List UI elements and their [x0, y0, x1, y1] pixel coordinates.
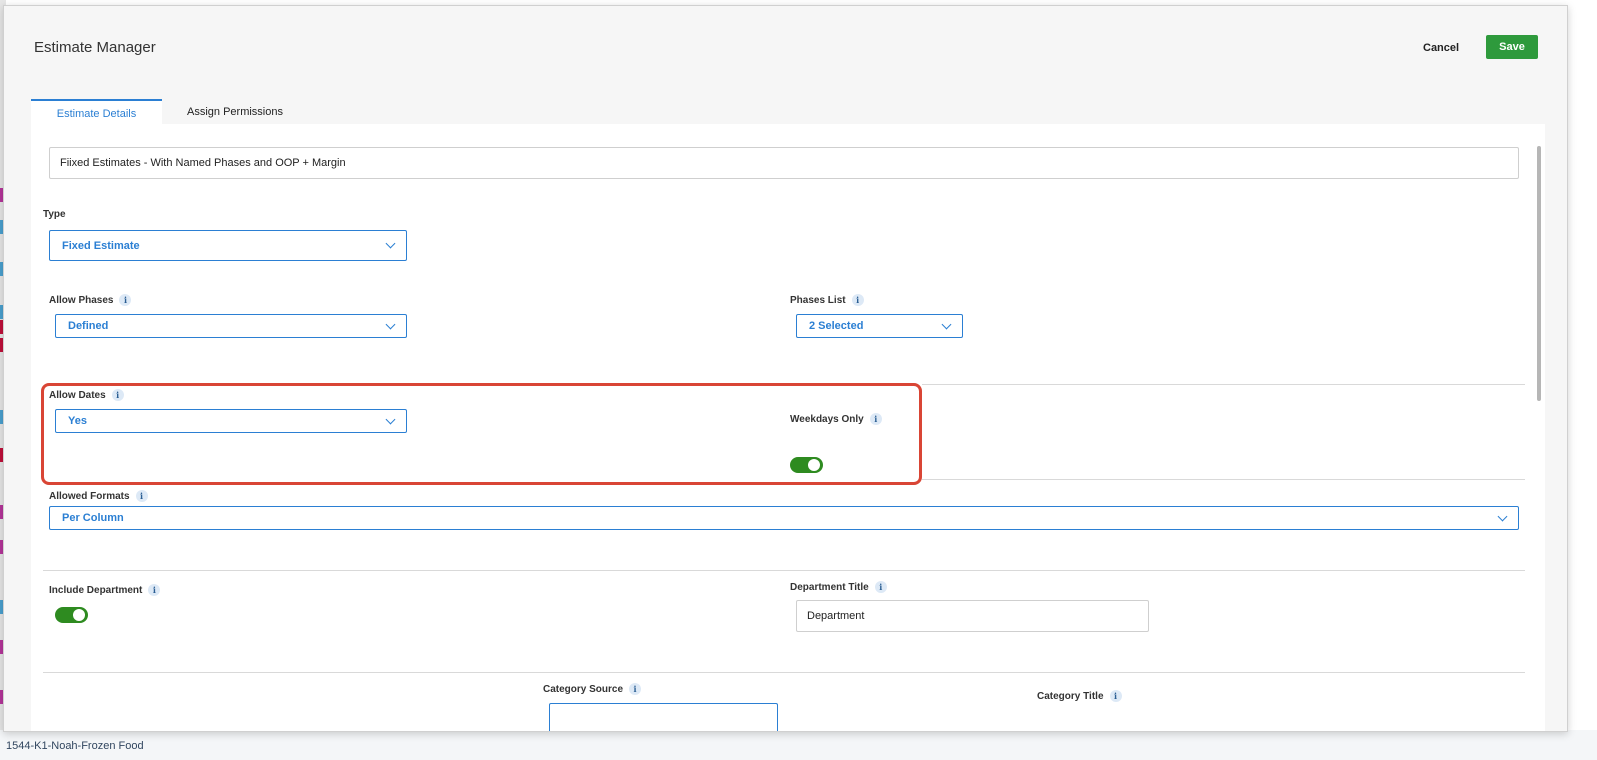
dialog-title: Estimate Manager	[34, 39, 156, 56]
chevron-down-icon	[941, 319, 952, 329]
vertical-scrollbar[interactable]	[1537, 146, 1541, 401]
toggle-knob	[808, 459, 820, 471]
background-row: 1544-K1-Noah-Frozen Food	[6, 740, 144, 752]
category-source-select[interactable]	[549, 703, 778, 731]
department-title-label: Department Title i	[790, 581, 887, 593]
allow-phases-select-value: Defined	[68, 320, 109, 332]
chevron-down-icon	[385, 414, 396, 424]
info-icon[interactable]: i	[1109, 690, 1122, 702]
section-divider	[43, 570, 1525, 571]
background-list: 1544-K1-Noah-Frozen Food	[0, 730, 1597, 760]
info-icon[interactable]: i	[869, 413, 882, 425]
phases-list-label: Phases List i	[790, 294, 864, 306]
allow-dates-label-text: Allow Dates	[49, 389, 106, 401]
phases-list-select-value: 2 Selected	[809, 320, 864, 332]
allow-dates-label: Allow Dates i	[49, 389, 124, 401]
estimate-manager-dialog: Estimate Manager Cancel Save Estimate De…	[3, 5, 1568, 732]
section-divider	[43, 672, 1525, 673]
save-button[interactable]: Save	[1486, 35, 1538, 59]
info-icon[interactable]: i	[119, 294, 132, 306]
allow-phases-label-text: Allow Phases	[49, 294, 114, 306]
type-select-value: Fixed Estimate	[62, 239, 140, 252]
category-title-label-text: Category Title	[1037, 690, 1104, 702]
info-icon[interactable]: i	[629, 683, 642, 695]
phases-list-select[interactable]: 2 Selected	[796, 314, 963, 338]
type-select[interactable]: Fixed Estimate	[49, 230, 407, 261]
info-icon[interactable]: i	[135, 490, 148, 502]
allow-phases-label: Allow Phases i	[49, 294, 132, 306]
weekdays-only-toggle[interactable]	[790, 457, 823, 473]
weekdays-only-label-text: Weekdays Only	[790, 413, 864, 425]
category-source-label: Category Source i	[543, 683, 642, 695]
chevron-down-icon	[385, 319, 396, 329]
include-department-label: Include Department i	[49, 584, 161, 596]
allowed-formats-select[interactable]: Per Column	[49, 506, 1519, 530]
chevron-down-icon	[385, 238, 396, 249]
info-icon[interactable]: i	[851, 294, 864, 306]
category-source-label-text: Category Source	[543, 683, 624, 695]
allowed-formats-label: Allowed Formats i	[49, 490, 148, 502]
tab-assign-permissions[interactable]: Assign Permissions	[174, 99, 296, 126]
highlight-box	[41, 383, 922, 485]
cancel-button[interactable]: Cancel	[1417, 39, 1465, 57]
include-department-toggle[interactable]	[55, 607, 88, 623]
info-icon[interactable]: i	[148, 584, 161, 596]
allow-dates-select[interactable]: Yes	[55, 409, 407, 433]
info-icon[interactable]: i	[874, 581, 887, 593]
chevron-down-icon	[1497, 511, 1508, 521]
department-title-label-text: Department Title	[790, 581, 869, 593]
phases-list-label-text: Phases List	[790, 294, 846, 306]
allowed-formats-select-value: Per Column	[62, 512, 124, 524]
type-label-text: Type	[43, 209, 66, 220]
toggle-knob	[73, 609, 85, 621]
allowed-formats-label-text: Allowed Formats	[49, 490, 130, 502]
allow-dates-select-value: Yes	[68, 415, 87, 427]
type-label: Type	[43, 209, 66, 220]
allow-phases-select[interactable]: Defined	[55, 314, 407, 338]
weekdays-only-label: Weekdays Only i	[790, 413, 882, 425]
department-title-input[interactable]	[796, 600, 1149, 632]
section-divider	[922, 479, 1525, 480]
tab-content-panel: Type Fixed Estimate Allow Phases i Defin…	[31, 124, 1545, 731]
include-department-label-text: Include Department	[49, 584, 143, 596]
info-icon[interactable]: i	[111, 389, 124, 401]
tab-estimate-details[interactable]: Estimate Details	[31, 99, 162, 126]
estimate-name-input[interactable]	[49, 147, 1519, 179]
category-title-label: Category Title i	[1037, 690, 1122, 702]
section-divider	[922, 384, 1525, 385]
